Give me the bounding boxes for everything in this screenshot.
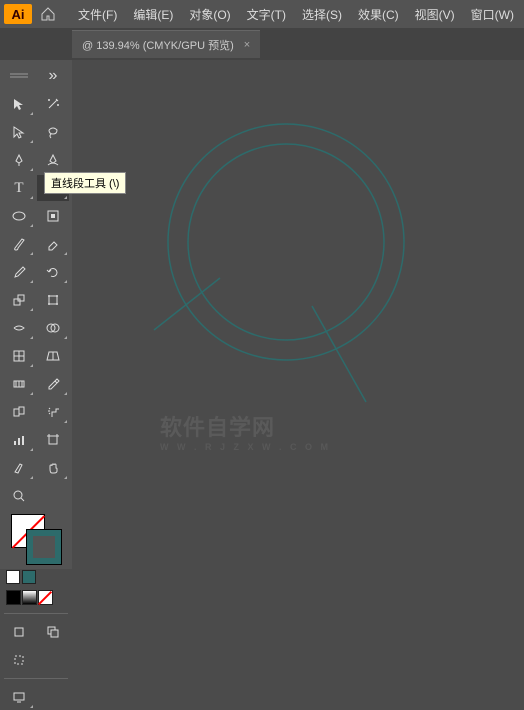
selection-tool[interactable] [3, 91, 35, 117]
spacer [37, 483, 69, 509]
panel-menu-icon[interactable]: » [37, 63, 69, 89]
lasso-tool[interactable] [37, 119, 69, 145]
screen-mode-icon[interactable] [3, 684, 35, 710]
eraser-tool[interactable] [37, 231, 69, 257]
default-fill-stroke-icon[interactable] [22, 570, 36, 584]
stroke-swatch[interactable] [27, 530, 61, 564]
gradient-tool[interactable] [3, 371, 35, 397]
draw-normal-icon[interactable] [3, 619, 35, 645]
vector-artwork [78, 60, 524, 560]
hand-tool[interactable] [37, 455, 69, 481]
menu-type[interactable]: 文字(T) [239, 6, 294, 23]
app-logo: Ai [4, 4, 32, 24]
color-mode-row [6, 590, 53, 605]
artboard-tool[interactable] [37, 427, 69, 453]
scale-tool[interactable] [3, 287, 35, 313]
menu-effect[interactable]: 效果(C) [350, 6, 407, 23]
symbol-sprayer-tool[interactable] [37, 399, 69, 425]
draw-behind-icon[interactable] [37, 619, 69, 645]
watermark-url: W W . R J Z X W . C O M [160, 442, 331, 452]
document-tab-bar: @ 139.94% (CMYK/GPU 预览) × [0, 28, 524, 60]
menu-object[interactable]: 对象(O) [181, 6, 238, 23]
document-tab[interactable]: @ 139.94% (CMYK/GPU 预览) × [72, 30, 260, 58]
menu-window[interactable]: 窗口(W) [463, 6, 522, 23]
watermark: 软件自学网 W W . R J Z X W . C O M [160, 410, 331, 452]
type-tool[interactable]: T [3, 175, 35, 201]
ellipse-tool[interactable] [3, 203, 35, 229]
close-icon[interactable]: × [244, 39, 250, 51]
magic-wand-tool[interactable] [37, 91, 69, 117]
color-swatch-gradient[interactable] [22, 590, 37, 605]
shape-builder-tool[interactable] [37, 315, 69, 341]
slice-tool[interactable] [3, 455, 35, 481]
home-icon[interactable] [36, 2, 60, 26]
swap-fill-stroke-icon[interactable] [6, 570, 20, 584]
shape-tool[interactable] [37, 203, 69, 229]
menu-edit[interactable]: 编辑(E) [125, 6, 181, 23]
menu-bar: Ai 文件(F) 编辑(E) 对象(O) 文字(T) 选择(S) 效果(C) 视… [0, 0, 524, 28]
tab-label: @ 139.94% (CMYK/GPU 预览) [82, 37, 234, 53]
menu-file[interactable]: 文件(F) [70, 6, 125, 23]
fill-stroke-control[interactable] [11, 514, 61, 564]
tool-tooltip: 直线段工具 (\) [44, 172, 126, 194]
direct-selection-tool[interactable] [3, 119, 35, 145]
menu-select[interactable]: 选择(S) [294, 6, 350, 23]
draw-inside-icon[interactable] [3, 647, 35, 673]
perspective-grid-tool[interactable] [3, 343, 35, 369]
grip-icon[interactable] [3, 63, 35, 89]
pencil-tool[interactable] [3, 259, 35, 285]
paintbrush-tool[interactable] [3, 231, 35, 257]
divider [4, 613, 68, 614]
blend-tool[interactable] [3, 399, 35, 425]
rotate-tool[interactable] [37, 259, 69, 285]
column-graph-tool[interactable] [3, 427, 35, 453]
menu-view[interactable]: 视图(V) [407, 6, 463, 23]
color-swatch-black[interactable] [6, 590, 21, 605]
watermark-text: 软件自学网 [160, 415, 275, 440]
divider [4, 678, 68, 679]
color-swatch-none[interactable] [38, 590, 53, 605]
curvature-tool[interactable] [37, 147, 69, 173]
mesh-tool[interactable] [37, 343, 69, 369]
eyedropper-tool[interactable] [37, 371, 69, 397]
tool-panel: » T [0, 60, 72, 569]
free-transform-tool[interactable] [37, 287, 69, 313]
zoom-tool[interactable] [3, 483, 35, 509]
width-tool[interactable] [3, 315, 35, 341]
pen-tool[interactable] [3, 147, 35, 173]
